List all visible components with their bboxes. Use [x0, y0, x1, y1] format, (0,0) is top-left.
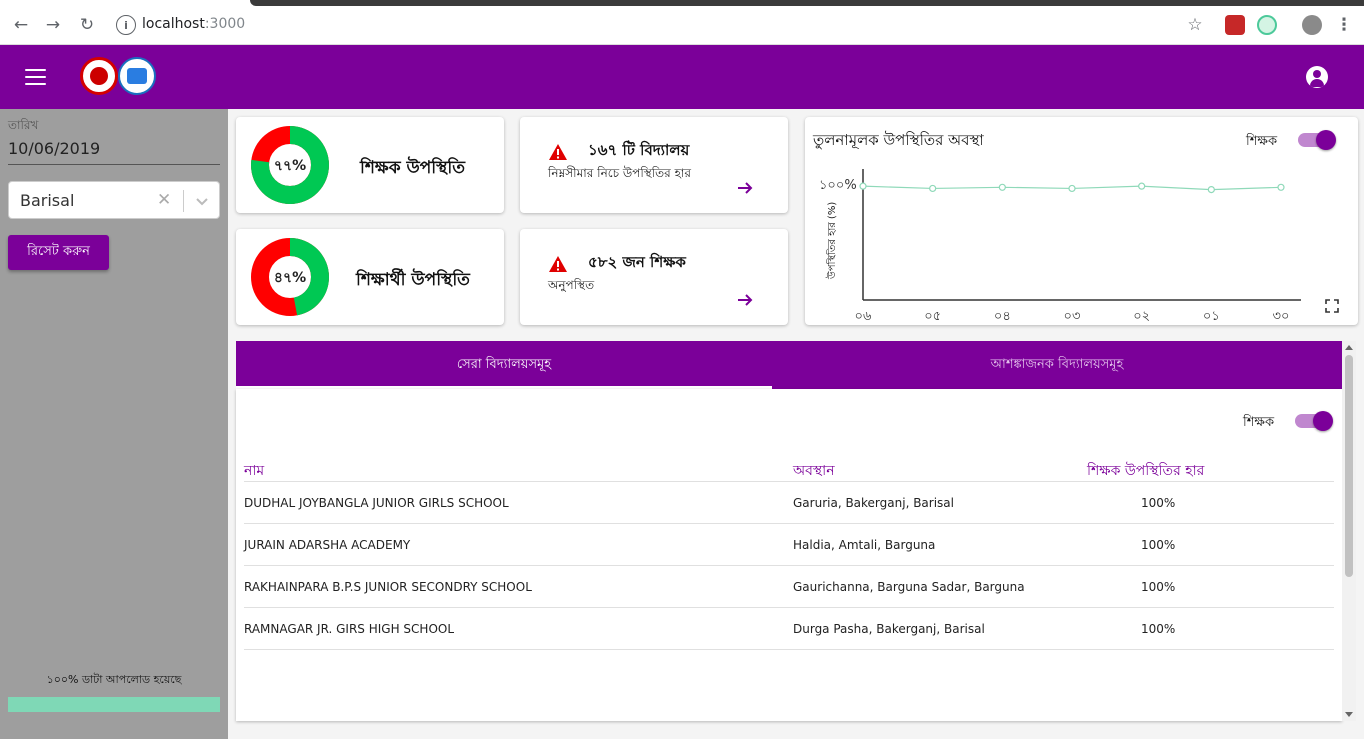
school-name: RAMNAGAR JR. GIRS HIGH SCHOOL — [244, 622, 455, 636]
schools-below-threshold-card[interactable]: ১৬৭ টি বিদ্যালয় নিম্নসীমার নিচে উপস্থিত… — [520, 117, 788, 213]
data-point — [1068, 184, 1076, 193]
x-tick-label: ০৫ — [924, 309, 941, 324]
main-scrollbar[interactable] — [1342, 341, 1356, 721]
attendance-rate: 100% — [1141, 496, 1176, 510]
date-input[interactable]: 10/06/2019 — [8, 139, 220, 165]
profile-avatar-icon[interactable] — [1302, 15, 1322, 35]
table-row[interactable]: JURAIN ADARSHA ACADEMY Haldia, Amtali, B… — [244, 524, 1334, 566]
attendance-line-chart: ১০০% উপস্থিতির হার (%) ০৬ ০৫ ০৪ ০৩ ০২ ০১ ৩০ — [819, 169, 1301, 324]
student-attendance-card[interactable]: ৪৭% শিক্ষার্থী উপস্থিতি — [236, 229, 504, 325]
extension-icon[interactable] — [1257, 15, 1277, 35]
absent-teachers-card[interactable]: ৫৮২ জন শিক্ষক অনুপস্থিত — [520, 229, 788, 325]
x-tick-label: ০৬ — [855, 309, 872, 324]
upload-status-text: ১০০% ডাটা আপলোড হয়েছে — [46, 673, 182, 686]
arrow-right-icon[interactable] — [736, 181, 754, 195]
data-point — [859, 182, 867, 190]
region-select-value: Barisal — [20, 191, 75, 210]
app-header — [0, 45, 1364, 109]
arrow-right-icon[interactable] — [736, 293, 754, 307]
attendance-rate: 100% — [1141, 622, 1176, 636]
school-location: Haldia, Amtali, Barguna — [793, 538, 936, 552]
data-point — [998, 183, 1006, 191]
attendance-rate: 100% — [1141, 580, 1176, 594]
y-axis-label: উপস্থিতির হার (%) — [825, 202, 838, 280]
x-tick-label: ০৪ — [994, 309, 1011, 324]
browser-menu-icon[interactable]: ⋮ — [1333, 14, 1355, 36]
x-tick-label: ৩০ — [1273, 309, 1290, 324]
scroll-up-icon[interactable] — [1345, 345, 1353, 350]
school-location: Gaurichanna, Barguna Sadar, Barguna — [793, 580, 1025, 594]
school-name: JURAIN ADARSHA ACADEMY — [244, 538, 411, 552]
select-separator — [183, 190, 184, 212]
school-name: RAKHAINPARA B.P.S JUNIOR SECONDRY SCHOOL — [244, 580, 532, 594]
chart-teacher-toggle[interactable] — [1298, 130, 1336, 150]
schools-table-panel: শিক্ষক নাম অবস্থান শিক্ষক উপস্থিতির হার … — [236, 389, 1342, 721]
x-tick-label: ০৩ — [1064, 309, 1081, 324]
x-tick-label: ০২ — [1133, 309, 1150, 324]
absent-teachers-title: ৫৮২ জন শিক্ষক — [588, 253, 686, 271]
warning-icon — [549, 255, 567, 272]
table-row[interactable]: DUDHAL JOYBANGLA JUNIOR GIRLS SCHOOL Gar… — [244, 482, 1334, 524]
back-icon[interactable]: ← — [10, 14, 32, 36]
clear-icon[interactable]: ✕ — [157, 190, 171, 210]
schools-below-title: ১৬৭ টি বিদ্যালয় — [588, 141, 690, 159]
scroll-down-icon[interactable] — [1345, 712, 1353, 717]
schools-below-subtitle: নিম্নসীমার নিচে উপস্থিতির হার — [548, 166, 691, 180]
forward-icon[interactable]: → — [42, 14, 64, 36]
table-toggle-label: শিক্ষক — [1243, 415, 1275, 430]
fullscreen-icon[interactable] — [1325, 299, 1339, 313]
chart-toggle-label: শিক্ষক — [1246, 134, 1278, 149]
dashboard-main: ৭৭% শিক্ষক উপস্থিতি ৪৭% শিক্ষার্থী উপস্থ… — [228, 109, 1364, 739]
table-row[interactable]: RAKHAINPARA B.P.S JUNIOR SECONDRY SCHOOL… — [244, 566, 1334, 608]
column-header-location[interactable]: অবস্থান — [793, 459, 835, 483]
table-teacher-toggle[interactable] — [1295, 411, 1333, 431]
url-host: localhost — [142, 16, 205, 32]
site-info-icon[interactable]: i — [116, 15, 136, 35]
absent-teachers-subtitle: অনুপস্থিত — [548, 278, 595, 292]
column-header-rate[interactable]: শিক্ষক উপস্থিতির হার — [1087, 459, 1204, 483]
data-point — [1277, 183, 1285, 191]
school-name: DUDHAL JOYBANGLA JUNIOR GIRLS SCHOOL — [244, 496, 509, 510]
bookmark-star-icon[interactable]: ☆ — [1184, 14, 1206, 36]
filter-sidebar: তারিখ 10/06/2019 Barisal ✕ রিসেট করুন ১০… — [0, 109, 228, 739]
data-point — [929, 184, 937, 193]
x-tick-label: ০১ — [1203, 309, 1220, 324]
column-header-name[interactable]: নাম — [244, 459, 264, 483]
scrollbar-thumb[interactable] — [1345, 355, 1353, 577]
government-logo — [80, 57, 118, 95]
school-ranking-tabs: সেরা বিদ্যালয়সমূহ আশঙ্কাজনক বিদ্যালয়সম… — [236, 341, 1342, 389]
school-location: Durga Pasha, Bakerganj, Barisal — [793, 622, 985, 636]
teacher-attendance-title: শিক্ষক উপস্থিতি — [360, 158, 466, 178]
education-logo — [118, 57, 156, 95]
url-port: :3000 — [204, 16, 246, 32]
comparison-chart-card: তুলনামূলক উপস্থিতির অবস্থা শিক্ষক ১০০% উপ… — [805, 117, 1358, 325]
data-point — [1138, 182, 1146, 190]
address-bar[interactable]: localhost:3000 — [142, 16, 245, 32]
tab-at-risk-schools[interactable]: আশঙ্কাজনক বিদ্যালয়সমূহ — [772, 341, 1342, 389]
hamburger-menu-icon[interactable] — [25, 69, 46, 85]
upload-progress-bar — [8, 697, 220, 712]
tab-best-schools[interactable]: সেরা বিদ্যালয়সমূহ — [236, 341, 772, 389]
teacher-attendance-card[interactable]: ৭৭% শিক্ষক উপস্থিতি — [236, 117, 504, 213]
warning-icon — [549, 143, 567, 160]
extension-icon[interactable] — [1225, 15, 1245, 35]
student-attendance-title: শিক্ষার্থী উপস্থিতি — [356, 270, 470, 290]
reset-button[interactable]: রিসেট করুন — [8, 235, 109, 270]
date-label: তারিখ — [8, 118, 39, 132]
data-point — [1207, 185, 1215, 194]
chevron-down-icon[interactable] — [193, 192, 211, 210]
reload-icon[interactable]: ↻ — [76, 14, 98, 36]
account-icon[interactable] — [1306, 66, 1328, 88]
student-attendance-percent: ৪৭% — [273, 270, 307, 286]
attendance-rate: 100% — [1141, 538, 1176, 552]
teacher-attendance-percent: ৭৭% — [273, 158, 307, 174]
region-select[interactable]: Barisal ✕ — [8, 181, 220, 219]
school-location: Garuria, Bakerganj, Barisal — [793, 496, 954, 510]
comparison-chart-title: তুলনামূলক উপস্থিতির অবস্থা — [813, 131, 984, 149]
upload-progress-fill — [8, 697, 220, 712]
browser-toolbar: ← → ↻ i localhost:3000 ☆ ⋮ — [0, 6, 1364, 45]
y-tick-label: ১০০% — [819, 178, 857, 193]
table-row[interactable]: RAMNAGAR JR. GIRS HIGH SCHOOL Durga Pash… — [244, 608, 1334, 650]
